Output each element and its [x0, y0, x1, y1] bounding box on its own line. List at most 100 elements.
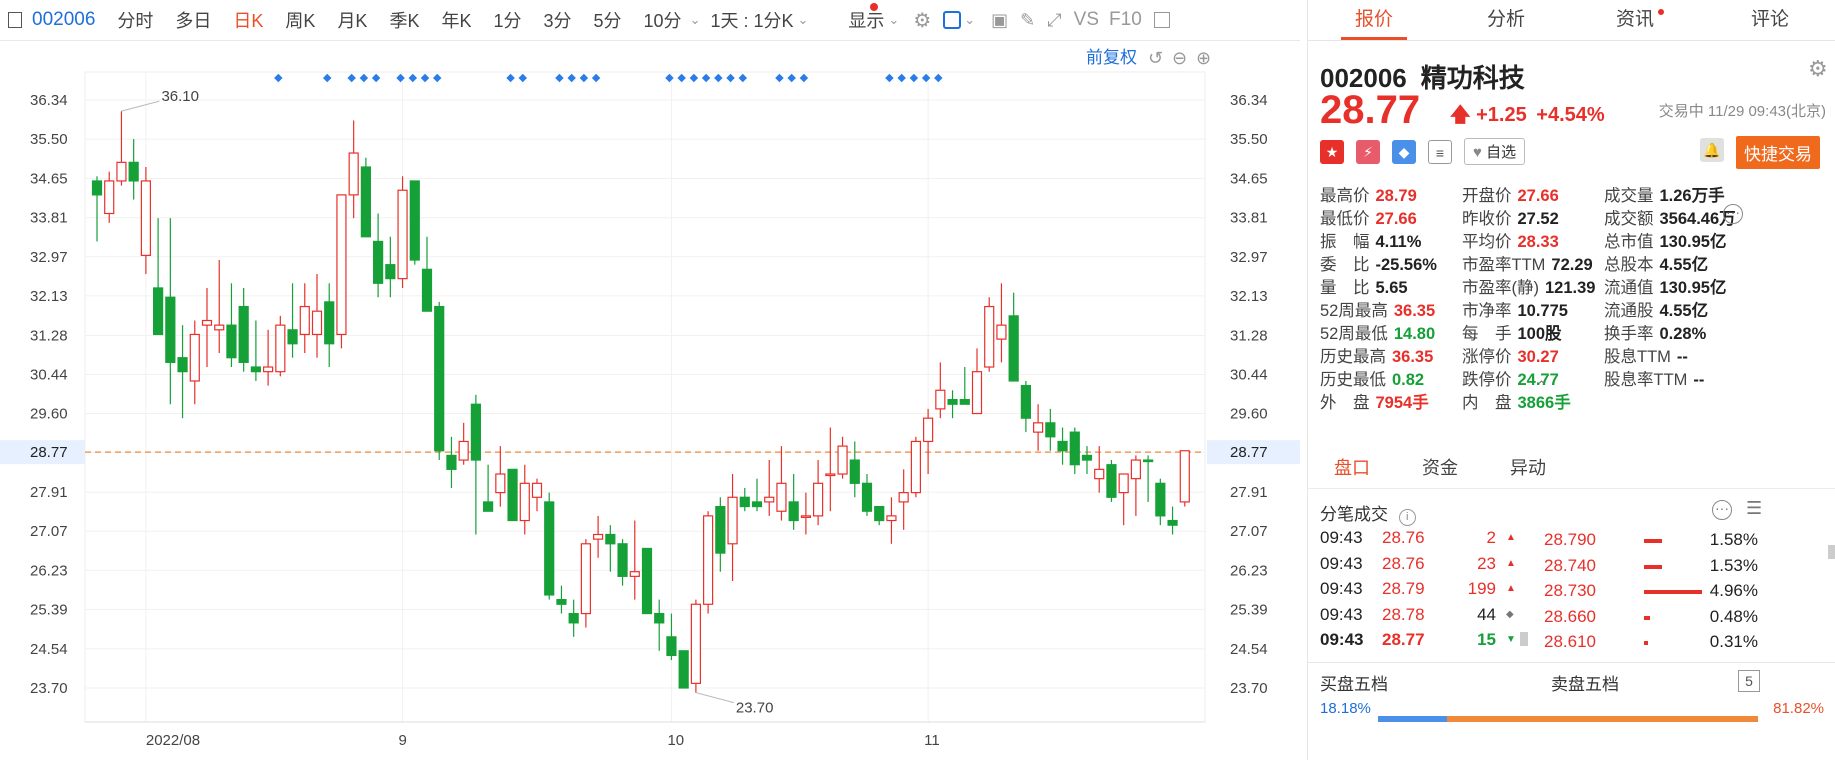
y-tick-label-right: 25.39 [1230, 601, 1268, 618]
stat-item: 52周最高 36.35 [1320, 297, 1435, 321]
tab-quote[interactable]: 报价 [1308, 0, 1440, 40]
candle-body [776, 482, 787, 512]
period-tab-year[interactable]: 年K [441, 7, 471, 33]
camera-icon[interactable]: ▣ [991, 10, 1008, 31]
detail-tabs: 盘口 资金 异动 [1308, 448, 1835, 489]
heart-icon: ♥ [1473, 144, 1482, 161]
action-icons: ★ ⚡ ◆ ≡ ♥ 自选 [1320, 138, 1526, 165]
kline-chart[interactable]: 36.34 36.34 35.50 35.50 34.65 34.65 33.81 33.81… [0, 40, 1300, 760]
candle-body [1130, 459, 1141, 480]
period-tab-timeshare[interactable]: 分时 [117, 7, 153, 33]
candle-body [483, 501, 494, 512]
period-tab-month[interactable]: 月K [337, 7, 367, 33]
candle-body [1020, 385, 1031, 419]
bell-icon[interactable]: 🔔 [1700, 138, 1724, 162]
quick-trade-button[interactable]: 快捷交易 [1736, 136, 1820, 169]
stat-value: 5.65 [1375, 279, 1408, 297]
period-tab-3min[interactable]: 3分 [544, 7, 572, 33]
candle-body [837, 445, 848, 475]
tab-orderbook[interactable]: 盘口 [1308, 448, 1396, 488]
stat-label: 52周最低 [1320, 325, 1388, 343]
stat-value: 3866手 [1517, 394, 1571, 412]
candle-body [886, 515, 897, 522]
chevron-down-icon[interactable]: ⌄ [798, 12, 809, 28]
undo-icon[interactable]: ↺ [1148, 48, 1163, 69]
tab-comments[interactable]: 评论 [1704, 0, 1835, 40]
tab-news[interactable]: 资讯 [1572, 0, 1704, 40]
period-tab-quarter[interactable]: 季K [389, 7, 419, 33]
zoom-out-icon[interactable]: ⊖ [1172, 48, 1187, 69]
vs-button[interactable]: VS [1074, 9, 1099, 31]
period-tab-multiday[interactable]: 多日 [175, 7, 211, 33]
candle-body [385, 264, 396, 280]
stat-label: 历史最低 [1320, 371, 1386, 389]
period-tab-10min[interactable]: 10分 [644, 7, 682, 33]
period-tab-5min[interactable]: 5分 [594, 7, 622, 33]
info-icon[interactable]: i [1398, 509, 1416, 526]
sidebar-toggle-icon[interactable] [1153, 12, 1170, 28]
stat-item: 流通股 4.55亿 [1604, 297, 1708, 321]
more-icon[interactable]: ··· [1712, 500, 1732, 520]
f10-button[interactable]: F10 [1109, 9, 1142, 31]
y-tick-label-left: 24.54 [30, 641, 68, 658]
x-axis-label: 10 [667, 732, 684, 749]
stat-item: 历史最低 0.82 [1320, 366, 1424, 390]
zoom-in-icon[interactable]: ⊕ [1196, 48, 1211, 69]
y-tick-label-right: 34.65 [1230, 171, 1268, 188]
stat-item: 52周最低 14.80 [1320, 320, 1435, 344]
candle-body [1167, 519, 1178, 526]
stat-item: 外 盘 7954手 [1320, 389, 1429, 413]
candle-body [727, 496, 738, 545]
current-price-label-left: 28.77 [30, 444, 68, 461]
level-count-button[interactable]: 5 [1738, 670, 1760, 692]
direction-icon: ▼ [1506, 634, 1516, 645]
y-tick-label-right: 29.60 [1230, 406, 1268, 423]
note-icon[interactable]: ≡ [1428, 139, 1452, 164]
chevron-down-icon[interactable]: ⌄ [888, 12, 899, 28]
square-icon[interactable] [943, 11, 962, 29]
watchlist-button[interactable]: ♥ 自选 [1464, 138, 1526, 165]
candle-body [1008, 315, 1019, 382]
margin-icon[interactable]: ⚡ [1356, 139, 1380, 164]
list-icon[interactable]: ☰ [1746, 498, 1762, 519]
period-tab-1min[interactable]: 1分 [493, 7, 521, 33]
fullscreen-icon[interactable]: ⤢ [1047, 10, 1061, 31]
period-tab-week[interactable]: 周K [285, 7, 315, 33]
change-percent: +4.54% [1536, 104, 1605, 126]
notification-dot [870, 3, 878, 11]
y-tick-label-left: 27.07 [30, 523, 68, 540]
chevron-down-icon[interactable]: ⌄ [690, 12, 701, 28]
ticks-scrollbar[interactable] [1520, 632, 1528, 646]
chevron-down-icon[interactable]: ⌄ [964, 12, 975, 28]
dist-price: 28.790 [1544, 530, 1596, 549]
panel-toggle-icon[interactable] [8, 12, 22, 28]
candle-body [189, 333, 200, 382]
stat-label: 最低价 [1320, 210, 1370, 228]
tab-analysis[interactable]: 分析 [1440, 0, 1572, 40]
candle-body [434, 305, 445, 452]
stat-label: 委 比 [1320, 256, 1370, 274]
gear-icon[interactable]: ⚙ [1808, 56, 1828, 82]
gear-icon[interactable]: ⚙ [913, 8, 931, 33]
tab-news-label: 资讯 [1615, 9, 1654, 30]
display-select[interactable]: 显示 [848, 7, 884, 33]
tag-icon[interactable]: ◆ [1392, 139, 1416, 164]
chevron-up-icon[interactable]: ⌃ [1536, 378, 1547, 394]
trading-status: 交易中 11/29 09:43(北京) [1658, 103, 1826, 120]
tab-fund[interactable]: 资金 [1396, 448, 1484, 488]
stat-value: 30.27 [1517, 348, 1559, 366]
tab-anomaly[interactable]: 异动 [1484, 448, 1572, 488]
last-price: 28.77 [1320, 88, 1421, 132]
y-tick-label-right: 27.91 [1230, 484, 1268, 501]
candle-body [287, 329, 298, 345]
restore-button[interactable]: 前复权 [1086, 48, 1137, 67]
candle-body [654, 612, 665, 624]
period-select[interactable]: 1天 : 1分K [710, 7, 793, 33]
period-tab-day[interactable]: 日K [233, 7, 263, 33]
dist-bar [1644, 564, 1662, 569]
pencil-icon[interactable]: ✎ [1020, 10, 1035, 31]
stock-code-link[interactable]: 002006 [32, 9, 95, 31]
candle-body [751, 501, 763, 508]
dist-scrollbar[interactable] [1828, 545, 1835, 559]
more-icon[interactable]: ··· [1723, 204, 1743, 224]
